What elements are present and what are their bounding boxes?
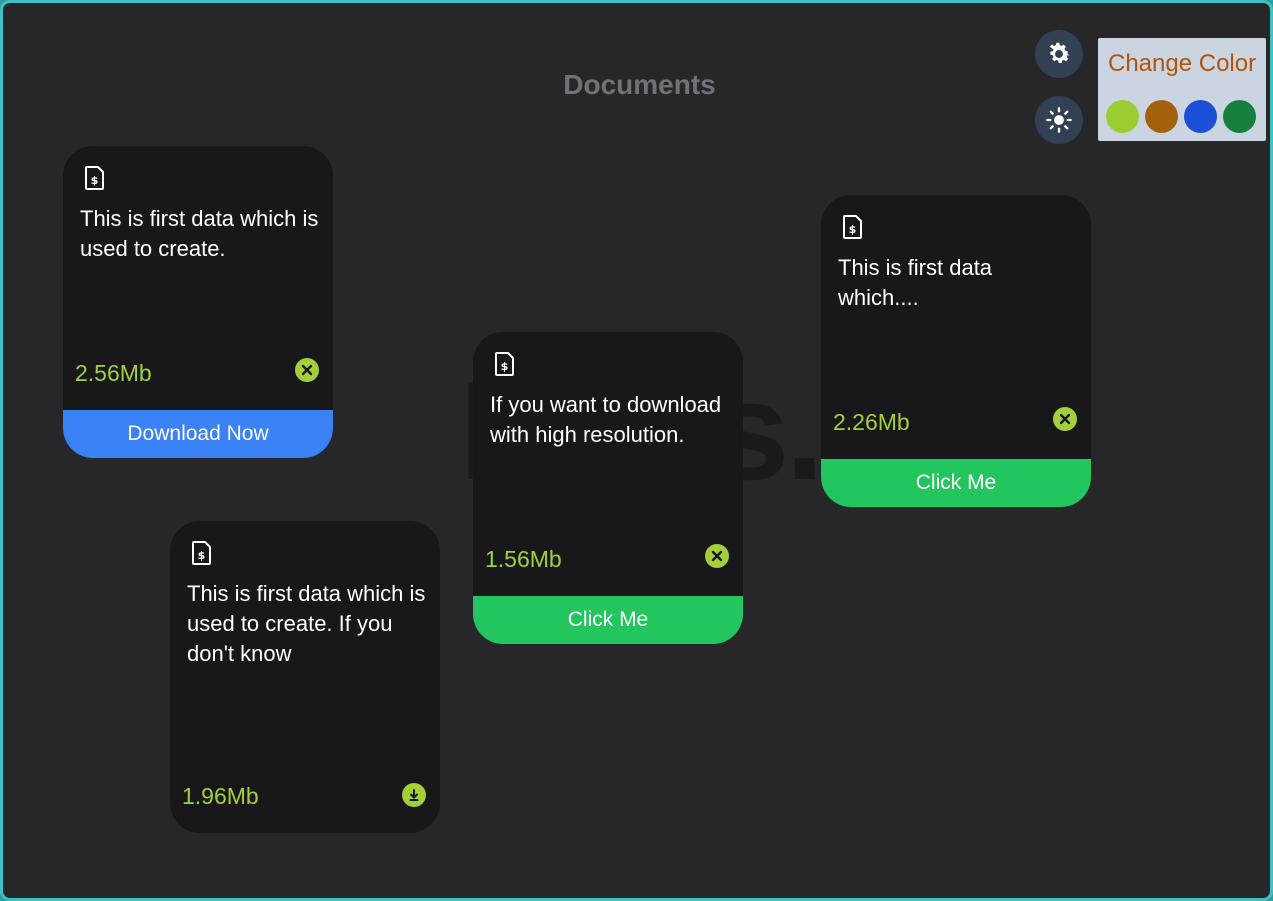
click-me-button[interactable]: Click Me xyxy=(821,459,1091,507)
document-card: $ This is first data which.... 2.26Mb Cl… xyxy=(821,195,1091,507)
settings-button[interactable] xyxy=(1035,30,1083,78)
svg-text:$: $ xyxy=(849,223,857,236)
color-swatch-blue[interactable] xyxy=(1184,100,1217,133)
document-card: $ This is first data which is used to cr… xyxy=(170,521,440,833)
page-title: Documents xyxy=(563,69,716,100)
file-size: 1.56Mb xyxy=(485,546,562,572)
card-description: This is first data which.... xyxy=(838,255,993,310)
app-window: Docs. Documents Change Color xyxy=(0,0,1273,901)
document-dollar-icon: $ xyxy=(843,215,862,239)
card-description: This is first data which is used to crea… xyxy=(187,581,426,666)
document-card: $ If you want to download with high reso… xyxy=(473,332,743,644)
theme-toggle-button[interactable] xyxy=(1035,96,1083,144)
file-size: 1.96Mb xyxy=(182,783,259,809)
close-circle-icon[interactable] xyxy=(705,544,729,568)
color-picker-label: Change Color xyxy=(1108,50,1257,77)
click-me-button[interactable]: Click Me xyxy=(473,596,743,644)
file-size: 2.26Mb xyxy=(833,409,910,435)
document-dollar-icon: $ xyxy=(85,166,104,190)
card-description: This is first data which is used to crea… xyxy=(80,206,319,261)
svg-text:$: $ xyxy=(198,549,206,562)
close-circle-icon[interactable] xyxy=(1053,407,1077,431)
svg-text:$: $ xyxy=(91,174,99,187)
document-dollar-icon: $ xyxy=(495,352,514,376)
color-picker-panel: Change Color xyxy=(1098,38,1266,141)
color-swatch-brown[interactable] xyxy=(1145,100,1178,133)
svg-text:$: $ xyxy=(501,360,509,373)
gear-icon xyxy=(1049,42,1070,63)
document-card: $ This is first data which is used to cr… xyxy=(63,146,333,458)
card-description: If you want to download with high resolu… xyxy=(490,392,722,447)
file-size: 2.56Mb xyxy=(75,360,152,386)
color-swatch-lime[interactable] xyxy=(1106,100,1139,133)
download-now-button[interactable]: Download Now xyxy=(63,410,333,458)
document-dollar-icon: $ xyxy=(192,541,211,565)
sun-icon xyxy=(1046,107,1072,133)
download-circle-icon[interactable] xyxy=(402,783,426,807)
close-circle-icon[interactable] xyxy=(295,358,319,382)
color-swatch-green[interactable] xyxy=(1223,100,1256,133)
